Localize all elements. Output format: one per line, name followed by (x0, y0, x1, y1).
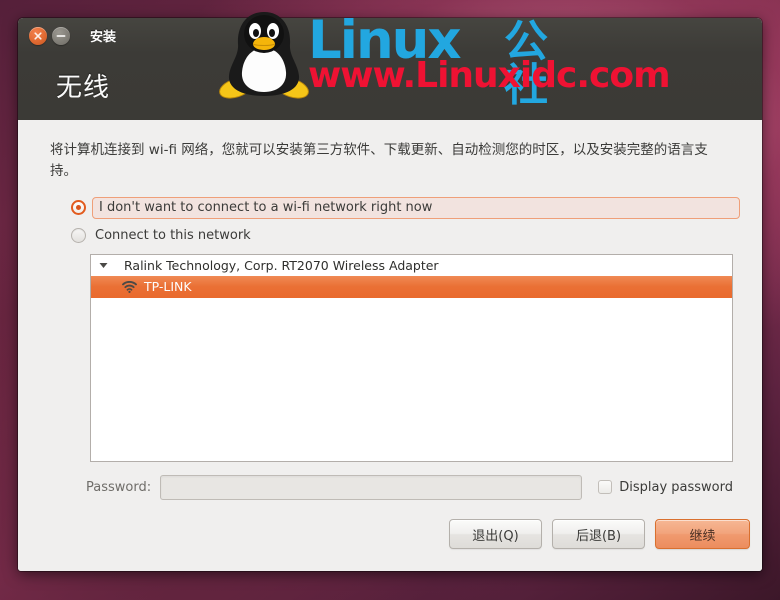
radio-no-wifi[interactable] (71, 200, 86, 216)
password-row: Password: Display password (86, 474, 733, 500)
display-password-checkbox[interactable]: Display password (598, 480, 733, 495)
network-name: TP-LINK (144, 279, 192, 295)
window-content: 将计算机连接到 wi-fi 网络，您就可以安装第三方软件、下载更新、自动检测您的… (18, 120, 762, 571)
minimize-icon[interactable] (52, 26, 70, 45)
back-button[interactable]: 后退(B) (552, 519, 645, 549)
option-connect-network-label: Connect to this network (95, 228, 251, 244)
footer-buttons: 退出(Q) 后退(B) 继续 (449, 519, 750, 549)
option-no-wifi[interactable]: I don't want to connect to a wi-fi netwo… (71, 196, 740, 219)
adapter-name: Ralink Technology, Corp. RT2070 Wireless… (124, 257, 439, 273)
installer-window: 安装 无线 将计算机连接到 wi-fi 网络，您就可以安装第三方软件、下载更新、… (18, 18, 762, 571)
wifi-icon (122, 280, 137, 293)
display-password-box[interactable] (598, 480, 613, 495)
intro-text: 将计算机连接到 wi-fi 网络，您就可以安装第三方软件、下载更新、自动检测您的… (50, 142, 708, 179)
display-password-label: Display password (619, 479, 733, 495)
password-input[interactable] (160, 474, 583, 500)
network-row[interactable]: TP-LINK (91, 275, 732, 298)
radio-connect-network[interactable] (71, 228, 86, 244)
window-titlebar: 安装 (18, 18, 762, 53)
close-icon[interactable] (29, 26, 47, 45)
network-list[interactable]: Ralink Technology, Corp. RT2070 Wireless… (90, 253, 733, 462)
adapter-row[interactable]: Ralink Technology, Corp. RT2070 Wireless… (91, 255, 732, 276)
quit-button[interactable]: 退出(Q) (449, 519, 542, 549)
chevron-down-icon[interactable] (94, 262, 112, 269)
window-title: 安装 (90, 30, 117, 45)
page-title: 无线 (56, 73, 111, 103)
continue-button[interactable]: 继续 (655, 519, 750, 549)
password-label: Password: (86, 479, 152, 495)
option-connect-network[interactable]: Connect to this network (71, 225, 740, 247)
option-no-wifi-label: I don't want to connect to a wi-fi netwo… (92, 196, 740, 219)
page-banner: 无线 (18, 53, 762, 120)
